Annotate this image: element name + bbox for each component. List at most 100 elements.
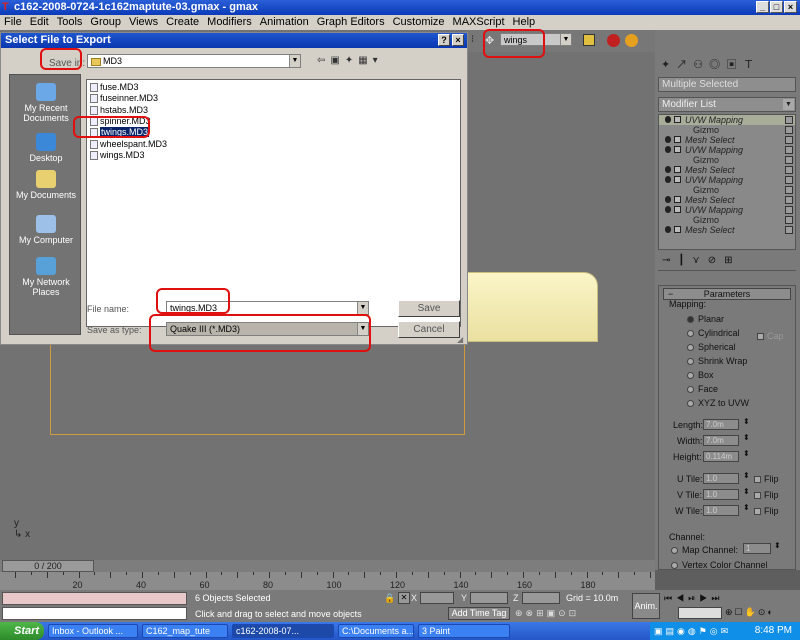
z-coordinate-field[interactable] — [522, 592, 560, 604]
lightbulb-icon[interactable] — [665, 146, 671, 153]
viewport-nav-icons[interactable]: ⊕⊗⊞▣⊙⊡ — [515, 608, 579, 619]
menu-file[interactable]: File — [0, 15, 26, 30]
menu-customize[interactable]: Customize — [389, 15, 449, 30]
absolute-mode-icon[interactable]: ✕ — [398, 592, 410, 604]
close-window-button[interactable]: × — [784, 1, 797, 13]
place-desktop[interactable]: Desktop — [10, 133, 82, 163]
material-editor-icon[interactable] — [607, 34, 620, 47]
height-spinner[interactable]: 0.114m — [703, 451, 739, 462]
lightbulb-icon[interactable] — [665, 206, 671, 213]
mapping-option-radio[interactable]: Cylindrical — [687, 328, 740, 338]
checkbox-icon[interactable] — [785, 216, 793, 224]
mirror-icon[interactable] — [583, 34, 595, 46]
lightbulb-icon[interactable] — [665, 176, 671, 183]
checkbox-icon[interactable] — [785, 166, 793, 174]
spinner-arrows-icon[interactable]: ⬍ — [774, 541, 781, 550]
maxscript-listener[interactable] — [2, 592, 187, 605]
stack-modifier-item[interactable]: UVW Mapping — [659, 115, 795, 125]
animate-button[interactable]: Anim. — [632, 593, 660, 619]
x-coordinate-field[interactable] — [420, 592, 454, 604]
taskbar-item[interactable]: C:\Documents a... — [338, 624, 414, 638]
menu-edit[interactable]: Edit — [26, 15, 53, 30]
length-spinner[interactable]: 7.0m — [703, 419, 739, 430]
checkbox-icon[interactable] — [785, 136, 793, 144]
time-slider[interactable]: 0 / 200 — [0, 560, 655, 572]
spinner-arrows-icon[interactable]: ⬍ — [743, 433, 750, 442]
utile-spinner[interactable]: 1.0 — [703, 473, 739, 484]
track-bar[interactable]: 20 40 60 80 100 120 140 160 180 — [0, 572, 655, 590]
maxscript-mini-input[interactable] — [2, 607, 187, 620]
expand-icon[interactable] — [674, 206, 681, 213]
map-channel-radio[interactable]: Map Channel: — [671, 545, 738, 555]
y-coordinate-field[interactable] — [470, 592, 508, 604]
stack-controls[interactable]: ⊸┃⋎⊘⊞ — [662, 255, 762, 267]
time-slider-thumb[interactable]: 0 / 200 — [2, 560, 94, 572]
checkbox-icon[interactable] — [785, 226, 793, 234]
expand-icon[interactable] — [674, 176, 681, 183]
place-my-computer[interactable]: My Computer — [10, 215, 82, 245]
tray-icons[interactable]: ▣▤◉◍⚑◎✉ — [654, 622, 731, 640]
menu-create[interactable]: Create — [162, 15, 203, 30]
expand-icon[interactable] — [674, 166, 681, 173]
checkbox-icon[interactable] — [785, 116, 793, 124]
map-channel-spinner[interactable]: 1 — [743, 543, 771, 554]
menu-views[interactable]: Views — [125, 15, 162, 30]
checkbox-icon[interactable] — [785, 196, 793, 204]
menu-graph-editors[interactable]: Graph Editors — [313, 15, 389, 30]
spinner-arrows-icon[interactable]: ⬍ — [743, 487, 750, 496]
taskbar-item[interactable]: C162_map_tute — [142, 624, 228, 638]
expand-icon[interactable] — [674, 196, 681, 203]
checkbox-icon[interactable] — [785, 206, 793, 214]
menu-group[interactable]: Group — [86, 15, 125, 30]
file-item[interactable]: hstabs.MD3 — [90, 105, 148, 116]
file-item[interactable]: fuseinner.MD3 — [90, 93, 158, 104]
mapping-option-radio[interactable]: Planar — [687, 314, 724, 324]
mapping-option-radio[interactable]: Face — [687, 384, 718, 394]
spinner-arrows-icon[interactable]: ⬍ — [743, 471, 750, 480]
vtile-flip-checkbox[interactable]: Flip — [754, 490, 779, 500]
checkbox-icon[interactable] — [785, 186, 793, 194]
start-button[interactable]: Start — [0, 622, 44, 640]
stack-gizmo-item[interactable]: Gizmo — [659, 215, 795, 225]
lightbulb-icon[interactable] — [665, 116, 671, 123]
modifier-stack[interactable]: UVW Mapping Gizmo Mesh Select UVW Mapping Gi… — [658, 114, 796, 250]
add-time-tag-button[interactable]: Add Time Tag — [448, 607, 510, 620]
expand-icon[interactable] — [674, 136, 681, 143]
stack-modifier-item[interactable]: Mesh Select — [659, 225, 795, 235]
dialog-close-button[interactable]: × — [452, 34, 464, 46]
selection-name-field[interactable]: Multiple Selected — [658, 77, 796, 92]
vertex-color-radio[interactable]: Vertex Color Channel — [671, 560, 768, 570]
cancel-button[interactable]: Cancel — [398, 321, 460, 338]
cap-checkbox[interactable]: Cap — [757, 331, 784, 341]
file-item[interactable]: wings.MD3 — [90, 150, 145, 161]
file-item[interactable]: wheelspant.MD3 — [90, 139, 167, 150]
stack-gizmo-item[interactable]: Gizmo — [659, 125, 795, 135]
current-frame-field[interactable] — [678, 607, 722, 619]
stack-modifier-item[interactable]: Mesh Select — [659, 165, 795, 175]
stack-modifier-item[interactable]: UVW Mapping — [659, 205, 795, 215]
taskbar-item[interactable]: Inbox - Outlook ... — [48, 624, 138, 638]
modifier-list-dropdown[interactable]: Modifier List ▼ — [658, 97, 796, 112]
stack-modifier-item[interactable]: Mesh Select — [659, 135, 795, 145]
vtile-spinner[interactable]: 1.0 — [703, 489, 739, 500]
menu-modifiers[interactable]: Modifiers — [203, 15, 256, 30]
taskbar-item[interactable]: 3 Paint — [418, 624, 510, 638]
lock-icon[interactable]: 🔒 — [384, 593, 395, 604]
wings-mesh[interactable] — [462, 272, 598, 342]
utile-flip-checkbox[interactable]: Flip — [754, 474, 779, 484]
expand-icon[interactable] — [674, 116, 681, 123]
render-icon[interactable] — [625, 34, 638, 47]
spinner-arrows-icon[interactable]: ⬍ — [743, 503, 750, 512]
place-my-documents[interactable]: My Documents — [10, 170, 82, 200]
file-item[interactable]: fuse.MD3 — [90, 82, 139, 93]
wtile-spinner[interactable]: 1.0 — [703, 505, 739, 516]
checkbox-icon[interactable] — [785, 146, 793, 154]
checkbox-icon[interactable] — [785, 156, 793, 164]
playback-controls[interactable]: ⏮◀⏯▶⏭ — [664, 593, 723, 604]
mapping-option-radio[interactable]: Box — [687, 370, 714, 380]
viewport-controls[interactable]: ⊕☐✋⊙◐ — [725, 607, 775, 618]
menu-tools[interactable]: Tools — [53, 15, 87, 30]
lightbulb-icon[interactable] — [665, 226, 671, 233]
stack-modifier-item[interactable]: Mesh Select — [659, 195, 795, 205]
menu-animation[interactable]: Animation — [256, 15, 313, 30]
